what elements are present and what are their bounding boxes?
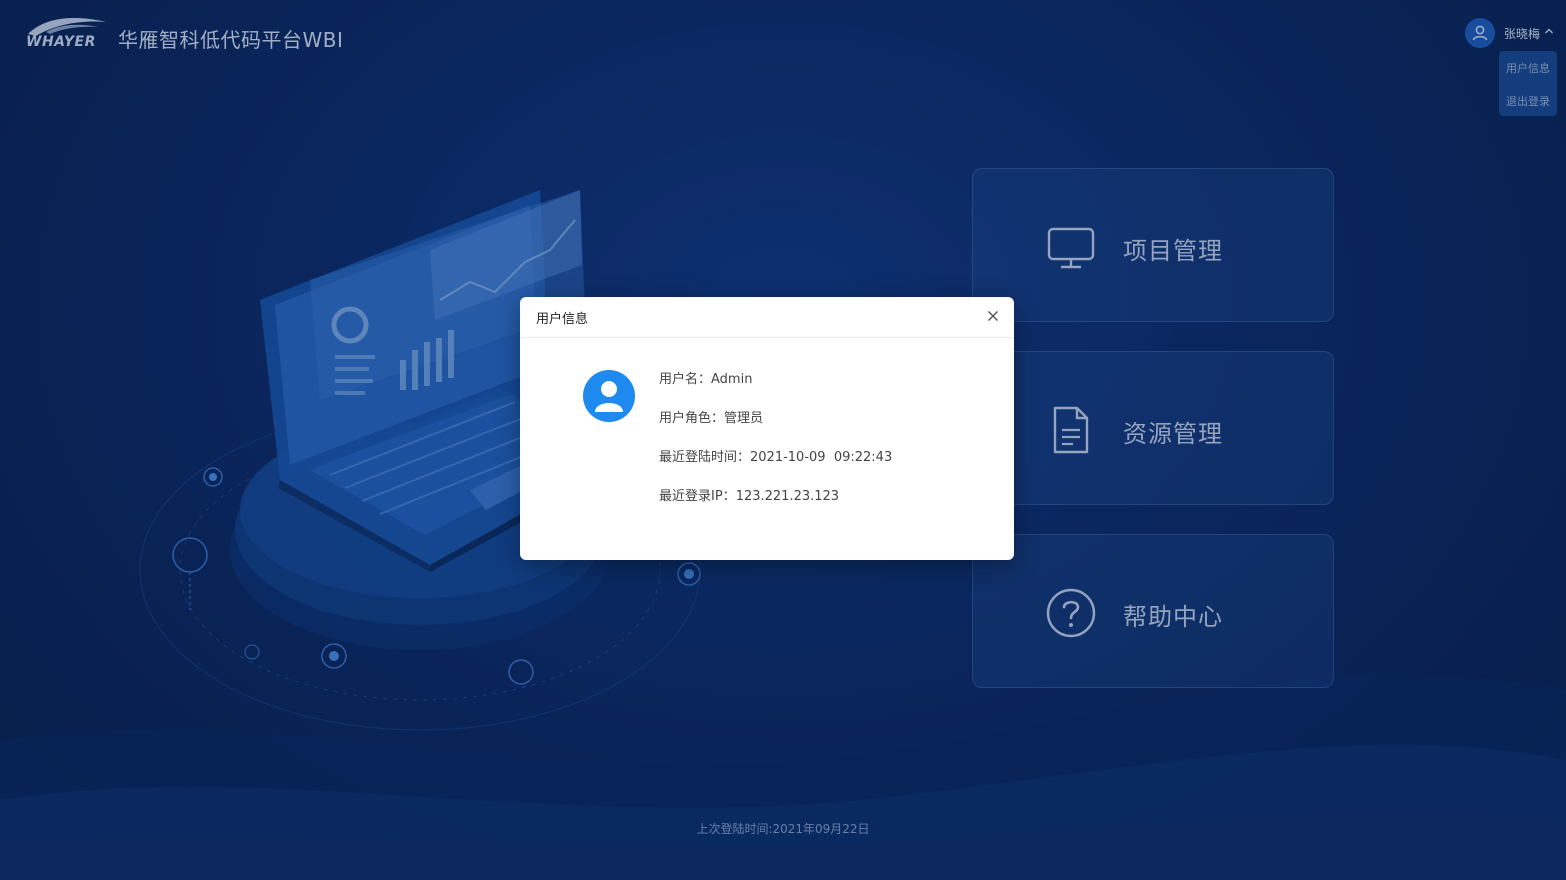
close-icon[interactable] xyxy=(987,310,999,322)
user-info-dialog: 用户信息 用户名：Admin 用户角色：管理员 最近登陆时间：2021-10-0… xyxy=(520,297,1014,560)
role-row: 用户角色：管理员 xyxy=(659,407,763,426)
avatar xyxy=(583,370,635,422)
login-ip-value: 123.221.23.123 xyxy=(735,489,840,504)
username-value: Admin xyxy=(711,372,753,387)
login-time-label: 最近登陆时间： xyxy=(659,450,751,465)
login-time-value: 2021-10-09 09:22:43 xyxy=(750,450,893,465)
role-value: 管理员 xyxy=(724,411,764,426)
login-ip-label: 最近登录IP： xyxy=(659,489,736,504)
dialog-header: 用户信息 xyxy=(520,297,1014,338)
close-button[interactable] xyxy=(982,305,1004,327)
login-ip-row: 最近登录IP：123.221.23.123 xyxy=(659,485,839,504)
dialog-title: 用户信息 xyxy=(536,312,589,327)
user-avatar-icon xyxy=(595,381,623,412)
login-time-row: 最近登陆时间：2021-10-09 09:22:43 xyxy=(659,446,892,465)
username-row: 用户名：Admin xyxy=(659,368,752,387)
role-label: 用户角色： xyxy=(659,411,725,426)
username-label: 用户名： xyxy=(659,372,712,387)
